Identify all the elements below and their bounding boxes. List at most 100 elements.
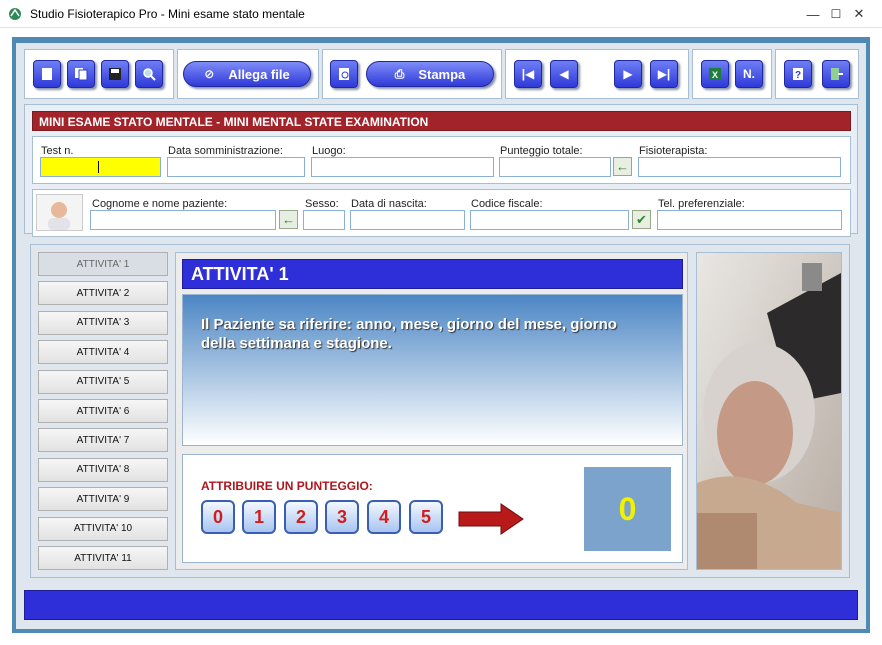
score-button-1[interactable]: 1: [242, 500, 276, 534]
activity-title-bar: ATTIVITA' 1: [182, 259, 683, 289]
score-button-0[interactable]: 0: [201, 500, 235, 534]
title-bar: Studio Fisioterapico Pro - Mini esame st…: [0, 0, 882, 28]
exit-icon: [831, 68, 843, 80]
help-icon: ?: [793, 68, 803, 81]
score-button-4[interactable]: 4: [367, 500, 401, 534]
exit-button[interactable]: [822, 60, 850, 88]
copy-icon: [75, 68, 88, 81]
toolbar-nav-group: |◀ ◀ ▶ ▶|: [505, 49, 689, 99]
prev-icon: ◀: [559, 67, 569, 81]
numbering-button[interactable]: N.: [735, 60, 763, 88]
date-field[interactable]: [167, 157, 305, 177]
score-button-2[interactable]: 2: [284, 500, 318, 534]
activity-button-7[interactable]: ATTIVITA' 7: [38, 428, 168, 453]
next-record-button[interactable]: ▶: [614, 60, 642, 88]
printer-icon: ⎙: [394, 66, 405, 81]
physio-label: Fisioterapista:: [639, 145, 708, 157]
help-button[interactable]: ?: [784, 60, 812, 88]
next-icon: ▶: [623, 67, 633, 81]
paperclip-icon: ⊘: [204, 67, 215, 81]
section-title: MINI ESAME STATO MENTALE - MINI MENTAL S…: [39, 115, 429, 129]
score-button-3[interactable]: 3: [325, 500, 359, 534]
sex-field[interactable]: [303, 210, 345, 230]
window-title: Studio Fisioterapico Pro - Mini esame st…: [30, 7, 305, 21]
activity-button-8[interactable]: ATTIVITA' 8: [38, 457, 168, 482]
activity-button-3[interactable]: ATTIVITA' 3: [38, 310, 168, 335]
attach-file-label: Allega file: [228, 66, 290, 82]
save-icon: [109, 68, 121, 80]
place-label: Luogo:: [312, 145, 346, 157]
tax-code-check-button[interactable]: ✔: [632, 210, 651, 229]
print-button[interactable]: ⎙ Stampa: [366, 61, 494, 87]
test-number-label: Test n.: [41, 145, 74, 157]
svg-text:X: X: [712, 70, 718, 80]
patient-select-button[interactable]: ←: [279, 210, 298, 229]
physio-field[interactable]: [638, 157, 841, 177]
patient-name-field[interactable]: [90, 210, 276, 230]
place-field[interactable]: [311, 157, 494, 177]
activity-button-11[interactable]: ATTIVITA' 11: [38, 546, 168, 570]
patient-name-label: Cognome e nome paziente:: [92, 198, 228, 210]
score-prompt: ATTRIBUIRE UN PUNTEGGIO:: [201, 479, 373, 493]
last-record-button[interactable]: ▶|: [650, 60, 678, 88]
arrow-left-icon: ←: [616, 159, 629, 174]
excel-button[interactable]: X: [701, 60, 729, 88]
activity-button-9[interactable]: ATTIVITA' 9: [38, 487, 168, 512]
section-title-bar: MINI ESAME STATO MENTALE - MINI MENTAL S…: [32, 111, 851, 131]
birth-date-field[interactable]: [350, 210, 465, 230]
tax-code-label: Codice fiscale:: [471, 198, 543, 210]
sex-label: Sesso:: [305, 198, 339, 210]
excel-icon: X: [709, 68, 721, 80]
new-doc-icon: [42, 68, 52, 80]
elderly-woman-photo: [697, 253, 841, 569]
checkmark-icon: ✔: [636, 211, 647, 227]
new-button[interactable]: [33, 60, 61, 88]
patient-avatar[interactable]: [36, 194, 83, 231]
activity-button-4[interactable]: ATTIVITA' 4: [38, 340, 168, 365]
toolbar-print-group: ⎙ Stampa: [322, 49, 502, 99]
toolbar-file-group: [24, 49, 174, 99]
numbering-label: N.: [743, 67, 755, 81]
prev-record-button[interactable]: ◀: [550, 60, 578, 88]
activity-button-6[interactable]: ATTIVITA' 6: [38, 399, 168, 423]
score-button-5[interactable]: 5: [409, 500, 443, 534]
close-button[interactable]: ✕: [836, 0, 882, 28]
phone-field[interactable]: [657, 210, 842, 230]
last-icon: ▶|: [657, 67, 671, 81]
total-score-label: Punteggio totale:: [500, 145, 583, 157]
copy-button[interactable]: [67, 60, 95, 88]
avatar-icon: [37, 195, 82, 230]
total-score-field[interactable]: [499, 157, 611, 177]
first-icon: |◀: [521, 67, 535, 81]
test-number-field[interactable]: [40, 157, 161, 177]
question-box: Il Paziente sa riferire: anno, mese, gio…: [182, 294, 683, 446]
svg-text:?: ?: [795, 70, 801, 81]
activity-button-5[interactable]: ATTIVITA' 5: [38, 369, 168, 394]
phone-label: Tel. preferenziale:: [658, 198, 745, 210]
activity-title: ATTIVITA' 1: [191, 264, 289, 284]
toolbar-export-group: X N.: [692, 49, 772, 99]
toolbar-attach-group: ⊘ Allega file: [177, 49, 319, 99]
tax-code-field[interactable]: [470, 210, 629, 230]
score-display: 0: [584, 467, 671, 551]
save-button[interactable]: [101, 60, 129, 88]
search-icon: [143, 68, 156, 81]
print-label: Stampa: [418, 66, 466, 82]
print-preview-button[interactable]: [330, 60, 358, 88]
arrow-left-icon: ←: [282, 212, 295, 227]
question-text: Il Paziente sa riferire: anno, mese, gio…: [201, 316, 617, 352]
attach-file-button[interactable]: ⊘ Allega file: [183, 61, 311, 87]
search-button[interactable]: [135, 60, 163, 88]
text-cursor: [98, 161, 99, 173]
date-label: Data somministrazione:: [168, 145, 283, 157]
toolbar-help-group: ?: [775, 49, 859, 99]
total-score-button[interactable]: ←: [613, 157, 632, 176]
activity-button-2[interactable]: ATTIVITA' 2: [38, 281, 168, 306]
birth-date-label: Data di nascita:: [351, 198, 427, 210]
activity-button-1[interactable]: ATTIVITA' 1: [38, 252, 168, 276]
activity-button-10[interactable]: ATTIVITA' 10: [38, 516, 168, 541]
first-record-button[interactable]: |◀: [514, 60, 542, 88]
app-icon: [9, 8, 21, 20]
arrow-right-icon: [458, 503, 524, 535]
preview-icon: [339, 68, 349, 80]
